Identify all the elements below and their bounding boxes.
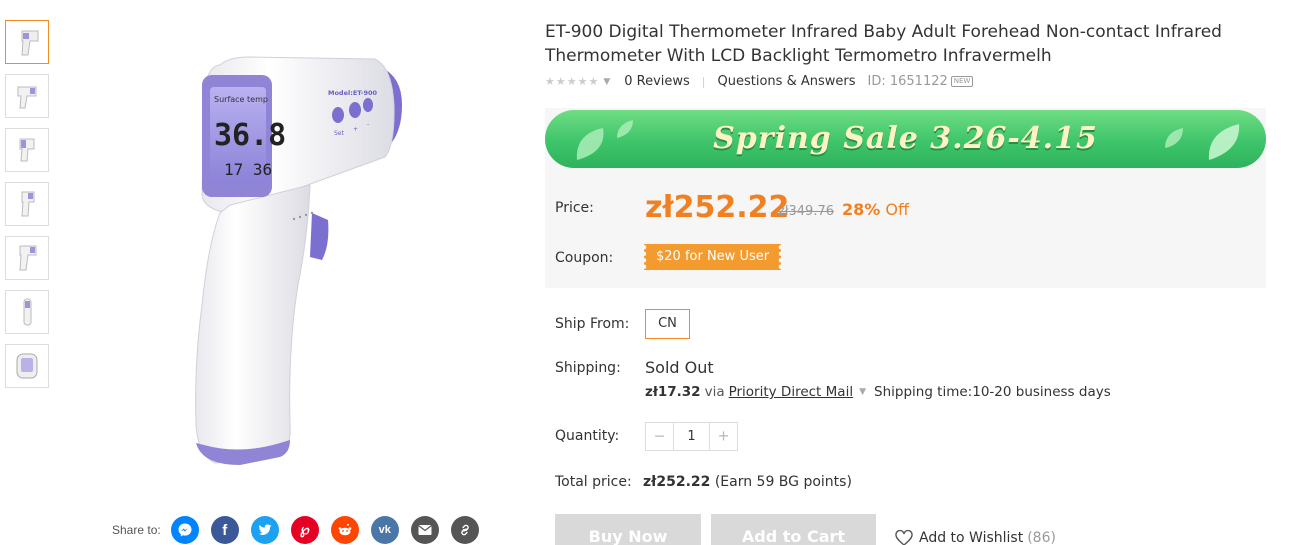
price-label: Price: xyxy=(555,200,594,216)
total-points: (Earn 59 BG points) xyxy=(710,474,852,490)
divider: | xyxy=(701,75,706,88)
product-meta: ★★★★★ ▼ 0 Reviews | Questions & Answers … xyxy=(545,74,974,89)
reviews-link[interactable]: 0 Reviews xyxy=(624,74,690,89)
thumbnail-6[interactable] xyxy=(5,290,49,334)
coupon-label: Coupon: xyxy=(555,250,614,266)
heart-icon xyxy=(895,530,913,545)
set-label: Set xyxy=(334,130,345,137)
questions-answers-link[interactable]: Questions & Answers xyxy=(718,74,856,89)
thumbnail-1[interactable] xyxy=(5,20,49,64)
add-to-wishlist-button[interactable]: Add to Wishlist (86) xyxy=(895,530,1056,545)
lcd-main-reading: 36.8 xyxy=(214,118,286,153)
thumbnail-list xyxy=(5,20,49,398)
pinterest-icon[interactable]: ℘ xyxy=(290,516,319,544)
total-price: zł252.22 (Earn 59 BG points) xyxy=(643,474,852,490)
reddit-icon[interactable] xyxy=(330,516,359,544)
sale-banner[interactable]: Spring Sale 3.26-4.15 xyxy=(545,110,1266,168)
share-label: Share to: xyxy=(112,523,161,537)
shipping-detail: zł17.32 via Priority Direct Mail ▼ Shipp… xyxy=(645,384,1111,400)
original-price: zł349.76 xyxy=(778,204,835,219)
price-box: Spring Sale 3.26-4.15 Price: zł252.22 zł… xyxy=(545,108,1266,288)
share-bar: Share to: f ℘ vk xyxy=(112,516,491,544)
total-price-label: Total price: xyxy=(555,474,632,490)
twitter-icon[interactable] xyxy=(250,516,279,544)
thumbnail-7[interactable] xyxy=(5,344,49,388)
product-title: ET-900 Digital Thermometer Infrared Baby… xyxy=(545,22,1222,66)
discount-percent: 28% xyxy=(842,200,881,219)
new-badge: NEW xyxy=(950,76,974,87)
product-id: ID: 1651122 NEW xyxy=(868,74,974,89)
product-main-image: Surface temp 36.8 17 36 Model:ET-900 Set… xyxy=(180,45,430,475)
email-icon[interactable] xyxy=(410,516,439,544)
thermometer-illustration: Surface temp 36.8 17 36 Model:ET-900 Set… xyxy=(195,56,402,465)
link-icon[interactable] xyxy=(450,516,479,544)
discount-word: Off xyxy=(880,200,909,219)
messenger-icon[interactable] xyxy=(170,516,199,544)
quantity-stepper: − 1 + xyxy=(645,422,738,451)
model-label: Model:ET-900 xyxy=(328,89,377,97)
coupon-badge[interactable]: $20 for New User xyxy=(640,244,785,270)
shipping-method-link[interactable]: Priority Direct Mail xyxy=(729,384,853,400)
add-to-cart-button[interactable]: Add to Cart xyxy=(711,514,876,545)
total-price-value: zł252.22 xyxy=(643,474,711,490)
rating-stars[interactable]: ★★★★★ xyxy=(545,75,599,88)
shipping-time: Shipping time:10-20 business days xyxy=(874,384,1111,400)
svg-text:-: - xyxy=(367,121,369,128)
vk-icon[interactable]: vk xyxy=(370,516,399,544)
quantity-input[interactable]: 1 xyxy=(673,423,710,450)
quantity-label: Quantity: xyxy=(555,428,620,444)
set-button-illustration xyxy=(332,107,344,123)
buy-now-button[interactable]: Buy Now xyxy=(555,514,701,545)
svg-text:+: + xyxy=(353,126,358,133)
current-price: zł252.22 xyxy=(645,190,790,225)
shipping-status: Sold Out xyxy=(645,358,714,377)
wishlist-count: (86) xyxy=(1027,530,1056,545)
wishlist-label: Add to Wishlist xyxy=(919,530,1024,545)
product-id-text: ID: 1651122 xyxy=(867,74,948,89)
lcd-small-reading: 17 36 xyxy=(224,160,272,179)
shipping-via: via xyxy=(704,384,725,400)
discount: 28% Off xyxy=(842,200,909,219)
lcd-label: Surface temp xyxy=(214,95,268,104)
chevron-down-icon[interactable]: ▼ xyxy=(603,77,610,87)
chevron-down-icon[interactable]: ▼ xyxy=(859,387,866,397)
shipping-label: Shipping: xyxy=(555,360,621,376)
ship-from-option-cn[interactable]: CN xyxy=(645,309,690,339)
thumbnail-4[interactable] xyxy=(5,182,49,226)
ship-from-label: Ship From: xyxy=(555,316,630,332)
thumbnail-5[interactable] xyxy=(5,236,49,280)
quantity-increase-button[interactable]: + xyxy=(710,423,737,450)
thumbnail-2[interactable] xyxy=(5,74,49,118)
facebook-icon[interactable]: f xyxy=(210,516,239,544)
quantity-decrease-button[interactable]: − xyxy=(646,423,673,450)
shipping-cost: zł17.32 xyxy=(645,384,701,400)
thumbnail-3[interactable] xyxy=(5,128,49,172)
sale-banner-text: Spring Sale 3.26-4.15 xyxy=(713,121,1098,156)
